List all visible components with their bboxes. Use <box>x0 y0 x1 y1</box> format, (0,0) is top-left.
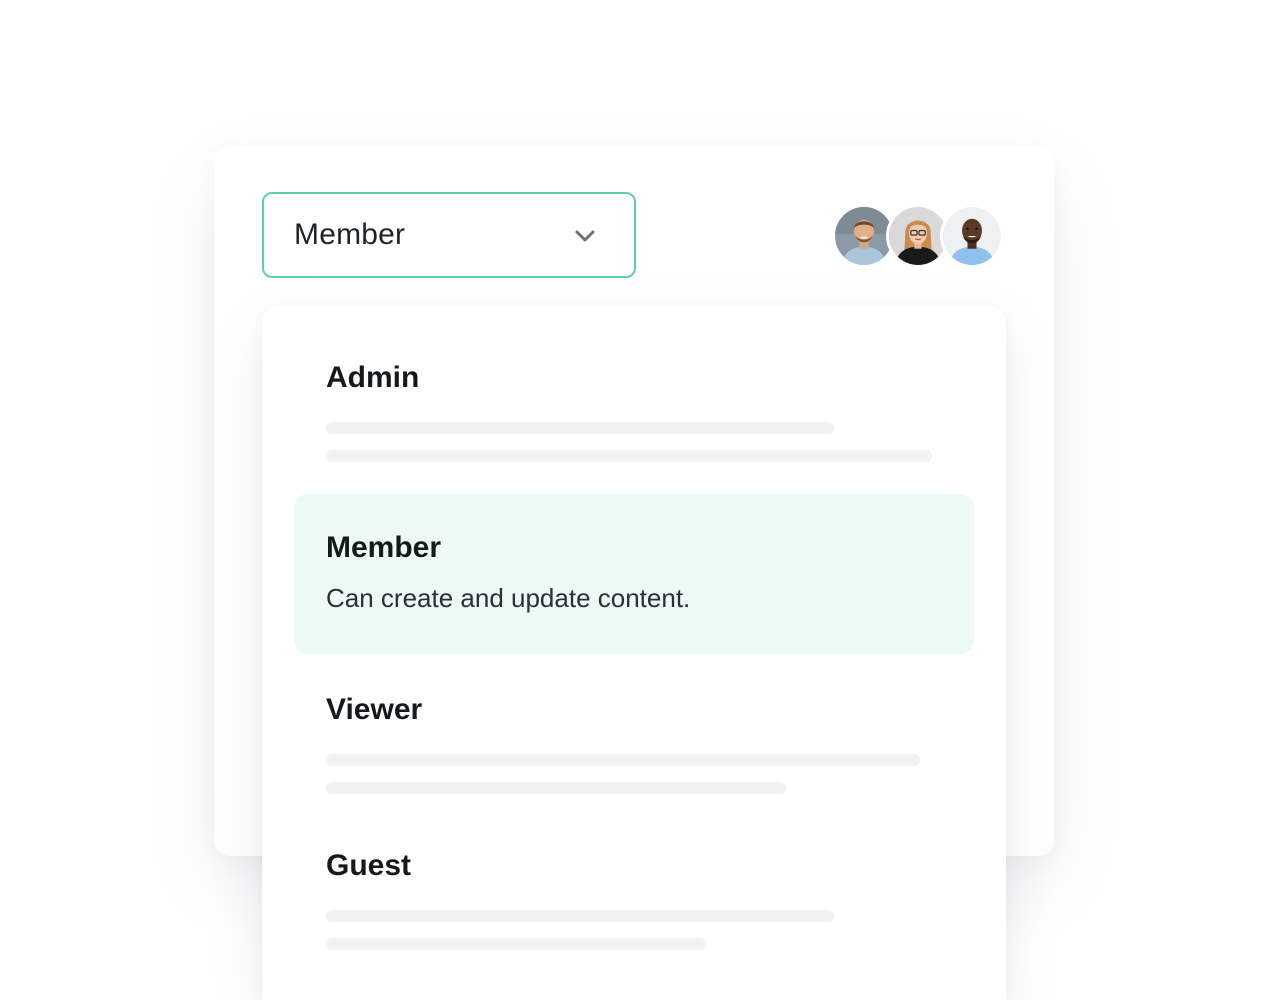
skeleton-line <box>326 782 786 794</box>
role-select-value: Member <box>294 218 406 251</box>
skeleton-line <box>326 754 920 766</box>
avatar-group[interactable] <box>832 204 1012 272</box>
option-admin-label: Admin <box>326 361 420 394</box>
avatar-man-bald[interactable] <box>940 204 1004 268</box>
chevron-down-icon <box>575 230 595 242</box>
option-guest-label: Guest <box>326 849 412 882</box>
role-select[interactable]: Member <box>262 192 636 278</box>
option-member[interactable]: Member Can create and update content. <box>294 494 974 654</box>
skeleton-line <box>326 910 834 922</box>
option-member-label: Member <box>326 531 442 564</box>
option-viewer-label: Viewer <box>326 693 423 726</box>
skeleton-line <box>326 938 706 950</box>
option-member-description: Can create and update content. <box>326 583 691 613</box>
stage: Member Admin Member Can create and updat… <box>0 0 1272 1000</box>
skeleton-line <box>326 422 834 434</box>
role-dropdown-menu: Admin Member Can create and update conte… <box>262 306 1006 1000</box>
skeleton-line <box>326 450 932 462</box>
